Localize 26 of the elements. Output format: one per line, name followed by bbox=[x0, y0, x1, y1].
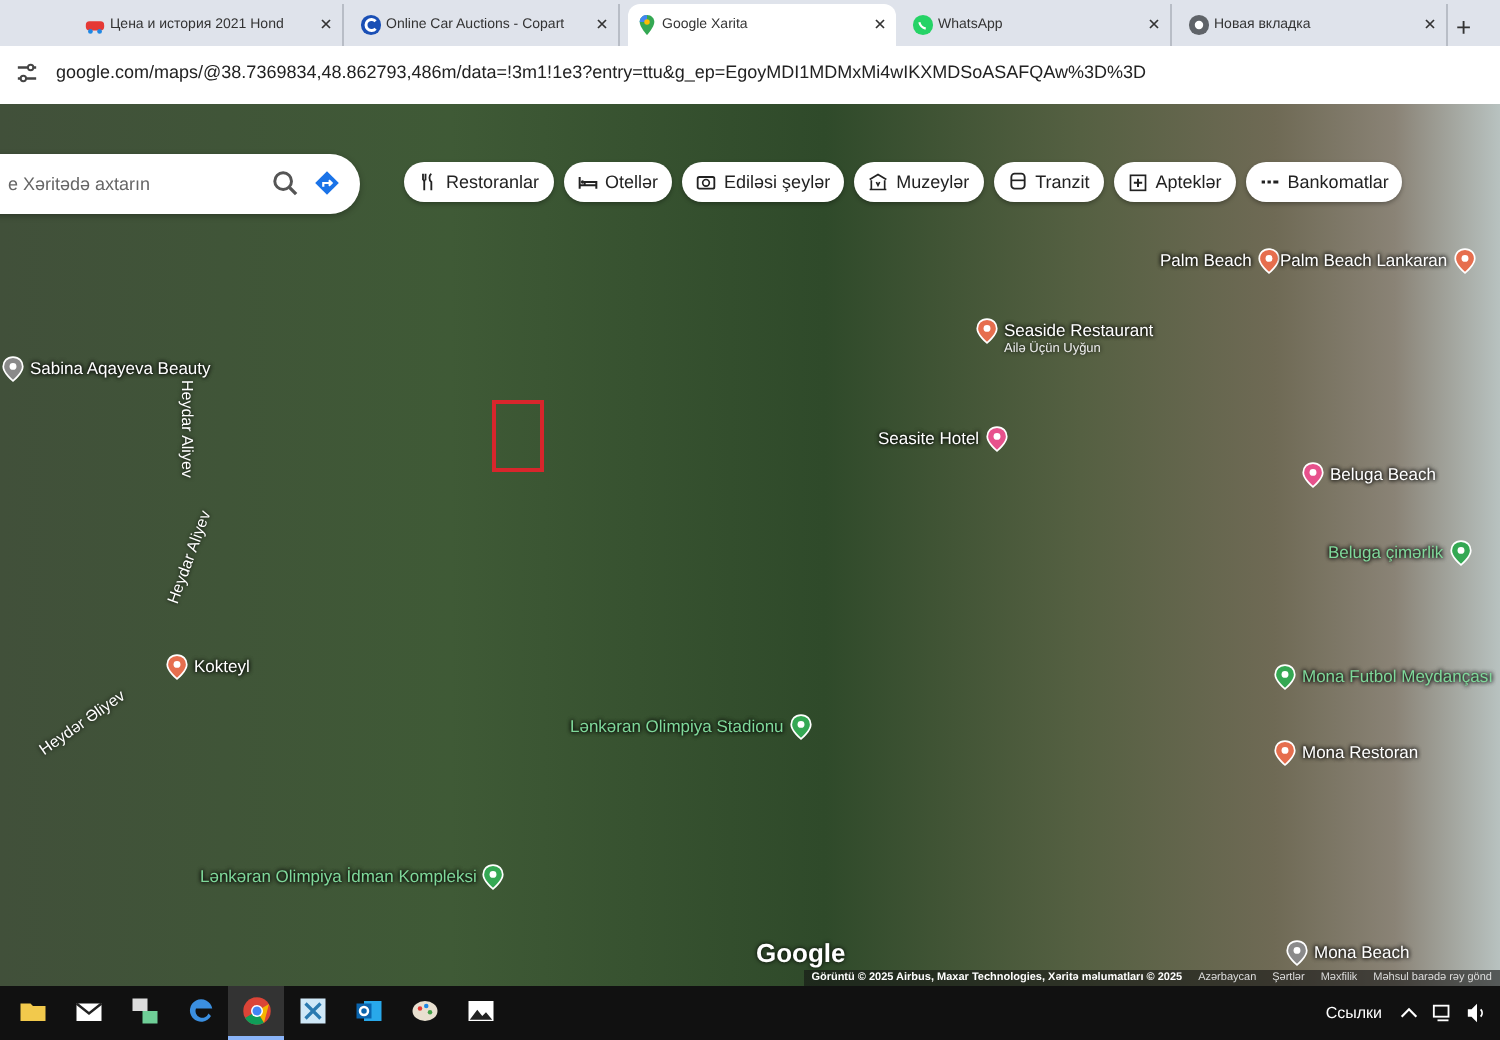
place-label[interactable]: Sabina Aqayeva Beauty bbox=[30, 355, 211, 380]
street-label: Heydar Aliyev bbox=[164, 507, 215, 606]
address-bar[interactable]: google.com/maps/@38.7369834,48.862793,486m/data=!3m1!1e3?entry=ttu&g_ep=EgoyMDI1MDMxMi4wIKXMDSoASAFQAw%3D%3D bbox=[56, 62, 1147, 83]
place-label[interactable]: Palm Beach Lankaran bbox=[1280, 247, 1448, 272]
search-field[interactable]: e Xəritədə axtarın bbox=[4, 171, 256, 196]
links-toolbar-label[interactable]: Ссылки bbox=[1325, 1004, 1382, 1022]
place-label[interactable]: Seasite Hotel bbox=[878, 425, 980, 450]
place-label[interactable]: Lənkəran Olimpiya Stadionu bbox=[570, 713, 784, 738]
category-chip[interactable]: Tranzit bbox=[993, 161, 1104, 202]
street-label: Heydar Aliyev bbox=[178, 379, 196, 478]
category-chip[interactable]: Muzeylər bbox=[854, 161, 984, 202]
category-chip[interactable]: Ediləsi şeylər bbox=[682, 161, 845, 202]
place-label[interactable]: Lənkəran Olimpiya İdman Kompleksi bbox=[200, 863, 477, 888]
place-label[interactable]: Mona Beach bbox=[1314, 939, 1410, 964]
place-label[interactable]: Mona Restoran bbox=[1302, 739, 1419, 764]
new-tab-button[interactable]: + bbox=[1448, 11, 1480, 42]
category-chip[interactable]: Apteklər bbox=[1113, 161, 1236, 202]
search-bar[interactable]: e Xəritədə axtarın bbox=[0, 153, 360, 214]
google-logo: Google bbox=[756, 937, 846, 968]
place-label[interactable]: Seaside Restaurant bbox=[1004, 317, 1154, 342]
category-chip[interactable]: Otellər bbox=[563, 161, 673, 202]
place-label[interactable]: Palm Beach bbox=[1160, 247, 1252, 272]
place-label[interactable]: Kokteyl bbox=[194, 653, 250, 678]
category-chip[interactable]: Restoranlar bbox=[404, 161, 554, 202]
category-chip[interactable]: Bankomatlar bbox=[1245, 161, 1403, 202]
place-label[interactable]: Beluga Beach bbox=[1330, 461, 1436, 486]
